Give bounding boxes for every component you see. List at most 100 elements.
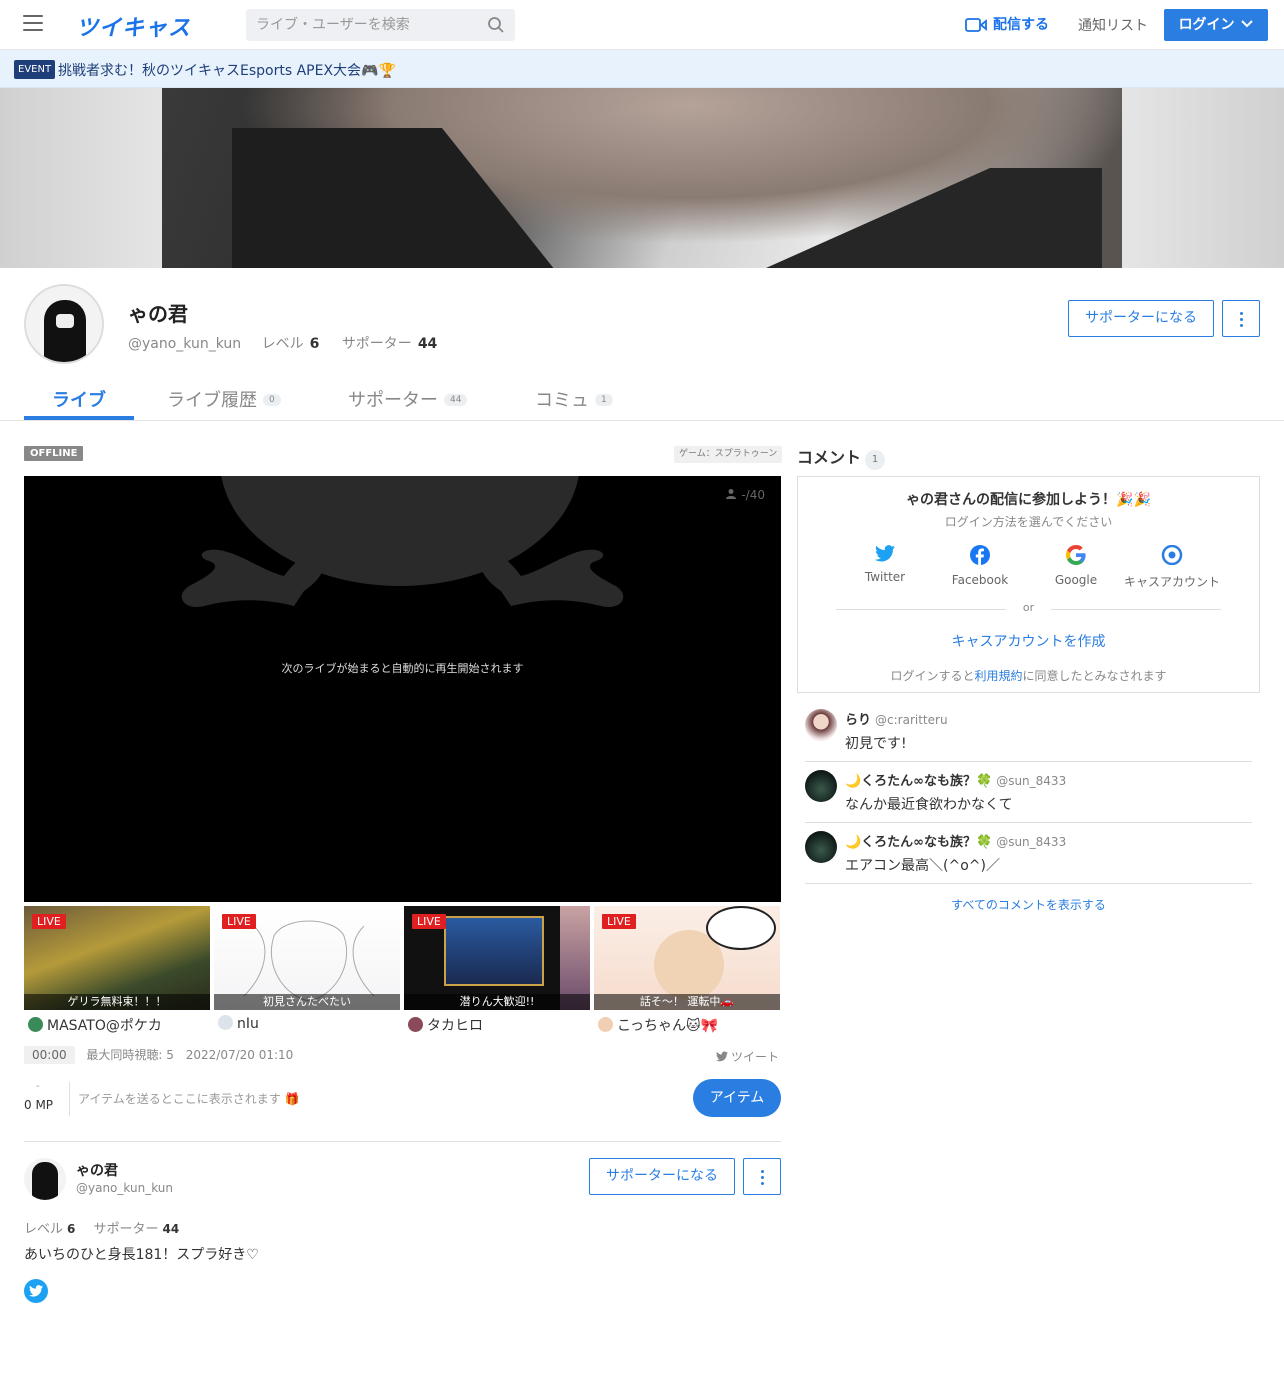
comment-item: らり @c:raritteru 初見です!: [805, 701, 1252, 762]
google-icon: [1066, 545, 1086, 565]
commenter[interactable]: 🌙くろたん∞なも族？🍀 @sun_8433: [845, 770, 1066, 789]
divider: [69, 1082, 70, 1116]
viewer-count: -/40: [725, 488, 765, 502]
commenter-avatar[interactable]: [805, 831, 837, 863]
thumbnail-user[interactable]: こっちゃん🐱🎀: [598, 1015, 718, 1035]
tab-label: ライブ: [52, 390, 106, 411]
terms-link[interactable]: 利用規約: [974, 669, 1022, 683]
thumbnail-game-screen: [444, 916, 544, 986]
thumbnail-user-name: MASATO@ポケカ: [47, 1018, 162, 1034]
twitter-login-button[interactable]: Twitter: [835, 545, 935, 584]
commenter-handle: @sun_8433: [996, 774, 1067, 788]
commenter[interactable]: らり @c:raritteru: [845, 709, 948, 728]
live-thumbnail[interactable]: LIVE 潜りん大歓迎!!: [404, 906, 590, 1010]
live-badge: LIVE: [412, 914, 446, 929]
search-input[interactable]: [256, 15, 476, 35]
more-options-button[interactable]: [743, 1158, 781, 1195]
commenter-handle: @c:raritteru: [875, 713, 948, 727]
search-icon[interactable]: [487, 16, 505, 38]
live-thumbnail[interactable]: LIVE 話そ〜！ 運転中🚗: [594, 906, 780, 1010]
commenter[interactable]: 🌙くろたん∞なも族？🍀 @sun_8433: [845, 831, 1066, 850]
menu-icon[interactable]: [23, 15, 43, 33]
profile-meta: @yano_kun_kun レベル 6 サポーター 44: [128, 333, 455, 353]
event-text[interactable]: 挑戦者求む！秋のツイキャスEsports APEX大会🎮🏆: [58, 60, 396, 80]
login-button[interactable]: ログイン: [1164, 9, 1268, 41]
thumbnail-speech-bubble: [706, 906, 776, 950]
create-account-link[interactable]: キャスアカウントを作成: [798, 631, 1259, 651]
join-title: ゃの君さんの配信に参加しよう！🎉🎉: [906, 492, 1151, 508]
mp-display: - 0 MP: [24, 1081, 64, 1113]
tab-count: 44: [444, 394, 468, 406]
comments-title: コメント 1: [797, 444, 886, 470]
sns-label: Google: [1054, 573, 1098, 587]
comment-item: 🌙くろたん∞なも族？🍀 @sun_8433 なんか最近食欲わかなくて: [805, 762, 1252, 823]
profile-avatar-small[interactable]: [24, 1158, 66, 1200]
supporter-count: 44: [417, 336, 438, 352]
viewer-count-value: -/40: [741, 488, 765, 502]
user-avatar-icon: [218, 1015, 233, 1030]
comment-text: エアコン最高＼(^o^)／: [845, 858, 1000, 874]
become-supporter-button[interactable]: サポーターになる: [1068, 300, 1214, 337]
site-logo[interactable]: ツイキャス: [76, 10, 191, 42]
video-player[interactable]: -/40 次のライブが始まると自動的に再生開始されます: [24, 476, 781, 902]
show-all-comments-link[interactable]: すべてのコメントを表示する: [805, 896, 1252, 913]
live-badge: LIVE: [602, 914, 636, 929]
commenter-avatar[interactable]: [805, 709, 837, 741]
cas-account-login-button[interactable]: キャスアカウント: [1122, 544, 1222, 590]
commenter-avatar[interactable]: [805, 770, 837, 802]
live-thumbnail[interactable]: LIVE 初見さんたべたい: [214, 906, 400, 1010]
commenter-name: 🌙くろたん∞なも族？🍀: [845, 774, 993, 789]
search-box: [246, 9, 515, 41]
profile-tabs: ライブ ライブ履歴 0 サポーター 44 コミュ 1: [0, 372, 1284, 421]
tab-community[interactable]: コミュ 1: [535, 386, 613, 412]
profile-handle: @yano_kun_kun: [128, 336, 242, 352]
tweet-link[interactable]: ツイート: [716, 1048, 779, 1065]
level-value: 6: [67, 1222, 76, 1236]
terms-post: に同意したとみなされます: [1022, 669, 1167, 683]
twitter-icon: [875, 545, 895, 562]
sns-label: キャスアカウント: [1123, 575, 1220, 589]
item-hint: アイテムを送るとここに表示されます 🎁: [78, 1092, 300, 1106]
supporter-label: サポーター: [341, 336, 412, 352]
twitter-profile-link[interactable]: [24, 1279, 48, 1303]
mascot-hands: [181, 549, 624, 607]
person-icon: [726, 489, 737, 499]
thumbnail-user[interactable]: nIu: [218, 1015, 259, 1032]
or-text: or: [1022, 601, 1035, 614]
thumbnail-user[interactable]: MASATO@ポケカ: [28, 1015, 162, 1035]
live-badge: LIVE: [32, 914, 66, 929]
facebook-login-button[interactable]: Facebook: [930, 545, 1030, 587]
comments-title-label: コメント: [797, 448, 862, 467]
event-banner[interactable]: EVENT 挑戦者求む！秋のツイキャスEsports APEX大会🎮🏆: [0, 50, 1284, 88]
thumbnail-user[interactable]: タカヒロ: [408, 1015, 483, 1035]
live-thumbnail[interactable]: LIVE ゲリラ無料束！！！: [24, 906, 210, 1010]
level-label: レベル: [24, 1222, 64, 1237]
game-tag[interactable]: ゲーム：スプラトゥーン: [674, 446, 783, 463]
profile-avatar[interactable]: [24, 284, 104, 364]
broadcast-date: 2022/07/20 01:10: [185, 1048, 294, 1062]
thumbnail-user-name: こっちゃん🐱🎀: [617, 1018, 719, 1034]
google-login-button[interactable]: Google: [1026, 545, 1126, 587]
more-options-button[interactable]: [1222, 300, 1260, 337]
mp-value: 0 MP: [24, 1098, 54, 1112]
login-prompt-box: ゃの君さんの配信に参加しよう！🎉🎉 ログイン方法を選んでください Twitter…: [797, 476, 1260, 693]
login-label: ログイン: [1178, 17, 1235, 33]
item-button[interactable]: アイテム: [693, 1079, 781, 1117]
tab-label: コミュ: [535, 390, 589, 411]
tab-live[interactable]: ライブ: [52, 386, 106, 412]
tab-supporters[interactable]: サポーター 44: [348, 386, 468, 412]
tab-live-history[interactable]: ライブ履歴 0: [167, 386, 281, 412]
tab-count: 1: [595, 394, 613, 406]
become-supporter-button[interactable]: サポーターになる: [589, 1158, 735, 1195]
video-camera-icon: [965, 18, 987, 32]
sns-label: Twitter: [864, 570, 906, 584]
elapsed-time: 00:00: [24, 1046, 75, 1064]
level-value: 6: [309, 336, 320, 352]
mp-top: -: [36, 1081, 40, 1092]
notify-list-link[interactable]: 通知リスト: [1078, 15, 1148, 35]
profile-name-small[interactable]: ゃの君: [76, 1160, 118, 1180]
commenter-name: 🌙くろたん∞なも族？🍀: [845, 835, 993, 850]
comment-count: 1: [865, 450, 886, 470]
broadcast-link[interactable]: 配信する: [965, 14, 1049, 34]
profile-bio: あいちのひと身長181！スプラ好き♡: [24, 1247, 259, 1263]
